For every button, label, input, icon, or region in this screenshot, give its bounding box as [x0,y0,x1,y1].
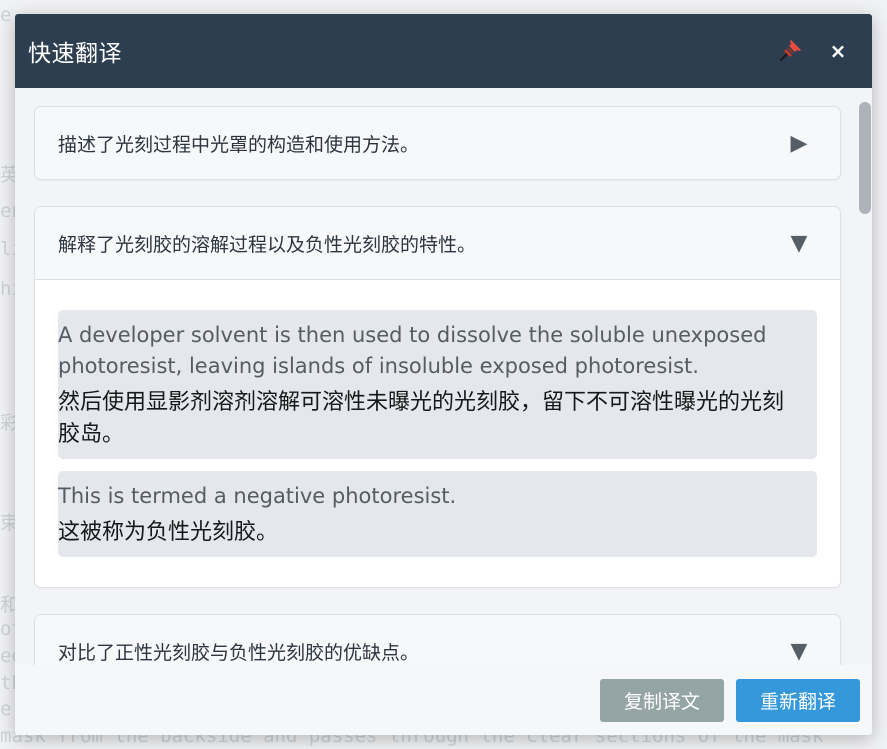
dialog-header: 快速翻译 × [15,14,872,88]
collapse-arrow-icon[interactable]: ▼ [788,639,810,664]
dialog-footer: 复制译文 重新翻译 [15,665,872,735]
pushpin-icon [779,40,801,62]
dialog-title: 快速翻译 [28,41,122,67]
section-card: 解释了光刻胶的溶解过程以及负性光刻胶的特性。 ▼ A developer sol… [34,206,841,588]
scrollbar[interactable] [859,88,871,708]
translation-segment: This is termed a negative photoresist. 这… [58,471,817,557]
section-header[interactable]: 对比了正性光刻胶与负性光刻胶的优缺点。 ▼ [35,615,840,665]
section-card: 描述了光刻过程中光罩的构造和使用方法。 ▶ [34,106,841,180]
section-header[interactable]: 描述了光刻过程中光罩的构造和使用方法。 ▶ [35,107,840,179]
expand-arrow-icon[interactable]: ▶ [788,131,810,156]
background-text: e [0,698,12,720]
pin-button[interactable] [770,31,810,71]
close-button[interactable]: × [818,31,858,71]
dialog-body[interactable]: 描述了光刻过程中光罩的构造和使用方法。 ▶ 解释了光刻胶的溶解过程以及负性光刻胶… [15,88,872,665]
source-text: This is termed a negative photoresist. [58,484,457,508]
quick-translate-dialog: 快速翻译 × 描述了光刻过程中光罩的构造和使用方法。 ▶ 解释了光刻胶的溶解过程… [15,14,872,735]
section-title: 描述了光刻过程中光罩的构造和使用方法。 [58,133,420,156]
collapse-arrow-icon[interactable]: ▼ [788,231,810,256]
copy-translation-button[interactable]: 复制译文 [599,678,724,722]
section-title: 解释了光刻胶的溶解过程以及负性光刻胶的特性。 [58,233,477,256]
section-header[interactable]: 解释了光刻胶的溶解过程以及负性光刻胶的特性。 ▼ [35,207,840,279]
background-text: e [0,4,12,26]
sections-list: 描述了光刻过程中光罩的构造和使用方法。 ▶ 解释了光刻胶的溶解过程以及负性光刻胶… [34,106,841,665]
section-content: A developer solvent is then used to diss… [35,279,840,587]
source-text: A developer solvent is then used to diss… [58,323,767,378]
scrollbar-thumb[interactable] [859,102,871,214]
section-title: 对比了正性光刻胶与负性光刻胶的优缺点。 [58,641,420,664]
translation-segment: A developer solvent is then used to diss… [58,310,817,459]
close-icon: × [829,39,847,63]
translated-text: 然后使用显影剂溶剂溶解可溶性未曝光的光刻胶，留下不可溶性曝光的光刻胶岛。 [58,390,785,447]
section-card: 对比了正性光刻胶与负性光刻胶的优缺点。 ▼ [34,614,841,665]
retranslate-button[interactable]: 重新翻译 [735,678,860,722]
translated-text: 这被称为负性光刻胶。 [58,520,279,545]
